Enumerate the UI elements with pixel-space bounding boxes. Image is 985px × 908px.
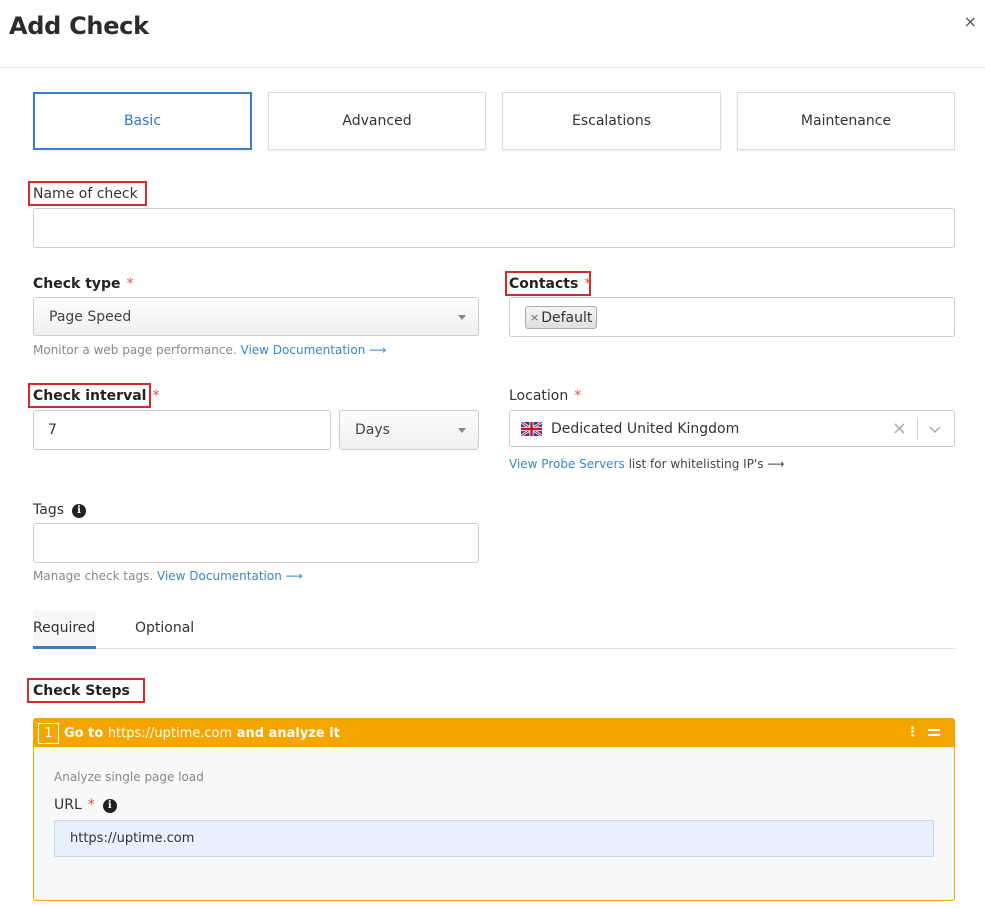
probe-servers-link[interactable]: View Probe Servers: [509, 457, 625, 471]
check-interval-value: 7: [48, 422, 57, 438]
tags-help: Manage check tags. View Documentation ⟶: [33, 569, 303, 583]
url-input[interactable]: https://uptime.com: [54, 820, 934, 857]
chip-remove-icon[interactable]: ×: [530, 311, 539, 324]
check-type-select[interactable]: Page Speed: [33, 297, 479, 336]
check-type-help-text: Monitor a web page performance.: [33, 343, 237, 357]
contacts-label: Contacts *: [509, 276, 591, 292]
subtab-divider: [33, 648, 955, 649]
location-label: Location *: [509, 388, 581, 404]
tags-help-text: Manage check tags.: [33, 569, 154, 583]
tags-input[interactable]: [33, 523, 479, 563]
uk-flag-icon: [521, 421, 542, 436]
chip-label: Default: [541, 309, 593, 326]
tab-advanced[interactable]: Advanced: [268, 92, 486, 150]
tags-label-text: Tags: [33, 502, 64, 518]
clear-icon[interactable]: ×: [892, 420, 907, 438]
check-interval-label: Check interval *: [33, 388, 159, 404]
step-title-suffix: and analyze it: [236, 725, 340, 741]
check-type-label: Check type *: [33, 276, 134, 292]
caret-down-icon: [458, 428, 466, 433]
name-of-check-input[interactable]: [33, 208, 955, 248]
check-interval-input[interactable]: 7: [33, 410, 331, 450]
check-interval-label-text: Check interval: [33, 388, 147, 404]
step-description: Analyze single page load: [54, 770, 204, 784]
select-separator: [917, 419, 918, 440]
dialog-header: Add Check ×: [0, 0, 985, 68]
tags-doc-link[interactable]: View Documentation ⟶: [157, 569, 303, 583]
interval-unit-selected: Days: [355, 422, 390, 438]
required-mark: *: [87, 797, 95, 813]
step-title: Go to https://uptime.com and analyze it: [64, 726, 340, 741]
chevron-down-icon[interactable]: [928, 422, 942, 436]
check-type-doc-link[interactable]: View Documentation ⟶: [241, 343, 387, 357]
url-label: URL * i: [54, 797, 117, 813]
interval-unit-select[interactable]: Days: [339, 410, 479, 450]
close-icon[interactable]: ×: [964, 12, 977, 32]
step-title-prefix: Go to: [64, 725, 104, 741]
required-mark: *: [574, 388, 582, 404]
check-type-help: Monitor a web page performance. View Doc…: [33, 343, 386, 357]
location-help: View Probe Servers list for whitelisting…: [509, 457, 785, 471]
subtab-optional[interactable]: Optional: [135, 620, 194, 636]
step-title-url: https://uptime.com: [107, 725, 233, 741]
check-steps-heading: Check Steps: [33, 683, 130, 699]
location-help-text: list for whitelisting IP's ⟶: [628, 457, 785, 471]
kebab-menu-icon[interactable]: ⋮: [906, 726, 919, 740]
info-icon[interactable]: i: [102, 799, 117, 813]
subtab-active-indicator: [33, 646, 96, 649]
info-icon[interactable]: i: [72, 504, 86, 518]
url-value: https://uptime.com: [70, 831, 195, 846]
subtab-required[interactable]: Required: [33, 620, 95, 636]
tags-label: Tags i: [33, 502, 86, 518]
check-type-selected: Page Speed: [49, 308, 132, 325]
required-mark: *: [152, 388, 160, 404]
contacts-label-text: Contacts: [509, 276, 579, 292]
url-label-text: URL: [54, 797, 82, 813]
contact-chip-default: × Default: [525, 306, 598, 329]
step-number: 1: [38, 722, 59, 744]
required-mark: *: [126, 276, 134, 292]
dialog-title: Add Check: [9, 12, 149, 40]
tab-basic[interactable]: Basic: [33, 92, 252, 150]
location-select[interactable]: Dedicated United Kingdom ×: [509, 410, 955, 447]
check-step-card: 1 Go to https://uptime.com and analyze i…: [33, 718, 955, 901]
name-of-check-label: Name of check: [33, 186, 138, 202]
check-step-header[interactable]: 1 Go to https://uptime.com and analyze i…: [34, 719, 954, 747]
tab-escalations[interactable]: Escalations: [502, 92, 721, 150]
location-label-text: Location: [509, 388, 569, 404]
required-mark: *: [584, 276, 592, 292]
location-selected: Dedicated United Kingdom: [551, 420, 740, 437]
check-type-label-text: Check type: [33, 276, 121, 292]
tab-maintenance[interactable]: Maintenance: [737, 92, 955, 150]
drag-handle-icon[interactable]: [928, 729, 940, 736]
caret-down-icon: [458, 315, 466, 320]
